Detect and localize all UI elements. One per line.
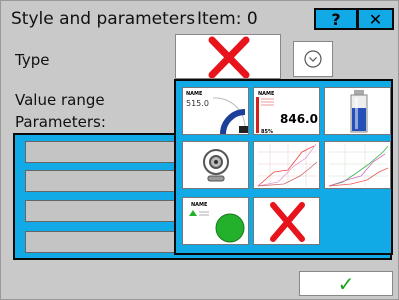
- chevron-down-icon: [304, 50, 322, 68]
- style-parameters-dialog: Style and parameters Item: 0 ? ✕ Type Va…: [0, 0, 399, 300]
- type-dropdown-button[interactable]: [293, 41, 333, 77]
- dialog-title: Style and parameters: [11, 9, 196, 29]
- close-button[interactable]: ✕: [357, 8, 394, 30]
- line-chart-icon: [257, 143, 318, 187]
- type-label: Type: [15, 51, 50, 69]
- style-tile-webcam[interactable]: [182, 141, 249, 189]
- type-preview[interactable]: [175, 34, 281, 79]
- style-selector-popup: NAME 515.0 NAME 846.0 85% NAME: [174, 79, 393, 255]
- style-tile-gauge[interactable]: NAME 515.0: [182, 87, 249, 135]
- style-tile-line-chart[interactable]: [253, 141, 320, 189]
- red-cross-icon: [208, 36, 250, 79]
- style-tile-none[interactable]: [253, 197, 320, 245]
- red-cross-icon: [270, 202, 305, 242]
- digital-value: 846.0: [280, 112, 318, 126]
- gauge-value: 515.0: [186, 99, 209, 108]
- tile-caption: NAME: [258, 91, 275, 97]
- style-tile-indicator[interactable]: NAME: [182, 197, 249, 245]
- style-tile-digital[interactable]: NAME 846.0 85%: [253, 87, 320, 135]
- parameters-label: Parameters:: [15, 113, 106, 131]
- digital-display-thumbnail: NAME 846.0 85%: [256, 91, 318, 135]
- ok-button[interactable]: ✓: [299, 271, 393, 296]
- tile-caption: NAME: [191, 202, 208, 208]
- value-range-label: Value range: [15, 91, 105, 109]
- parameter-row[interactable]: [25, 200, 195, 222]
- green-status-light-icon: [215, 213, 245, 243]
- item-label: Item: 0: [197, 9, 258, 29]
- status-indicator-thumbnail: NAME: [189, 202, 245, 243]
- checkmark-icon: ✓: [337, 271, 355, 296]
- parameter-row[interactable]: [25, 141, 195, 163]
- help-button[interactable]: ?: [314, 8, 358, 30]
- trend-chart-icon: [328, 144, 389, 187]
- style-tile-trend-chart[interactable]: [324, 141, 391, 189]
- parameter-row[interactable]: [25, 231, 195, 253]
- digital-percent: 85%: [261, 129, 273, 135]
- gauge-thumbnail: NAME 515.0: [186, 91, 248, 134]
- tile-caption: NAME: [186, 91, 203, 97]
- style-tile-tank[interactable]: [324, 87, 391, 135]
- webcam-icon: [203, 149, 229, 182]
- tank-icon: [350, 90, 368, 133]
- parameter-row[interactable]: [25, 170, 195, 192]
- warning-triangle-icon: [189, 210, 197, 216]
